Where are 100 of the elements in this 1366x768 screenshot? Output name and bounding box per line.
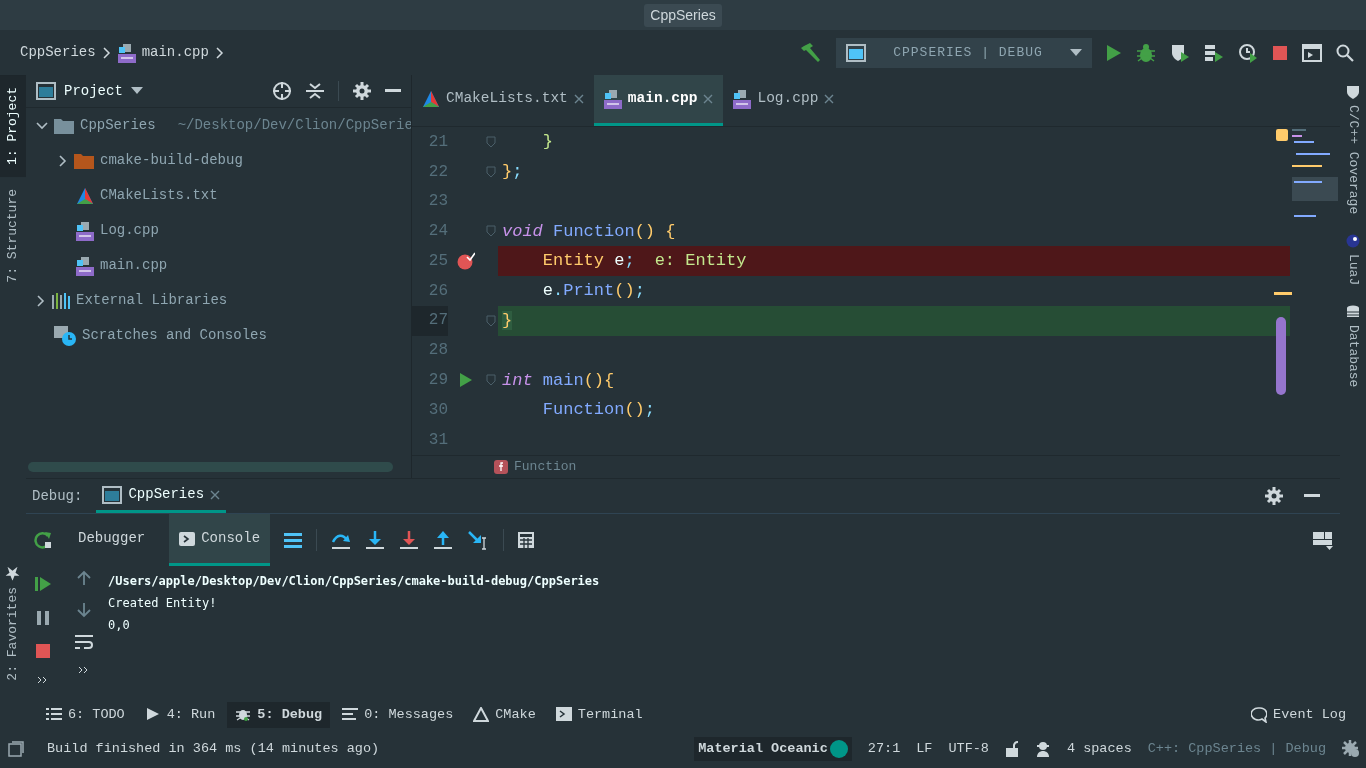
panel-toggle-icon[interactable] (8, 741, 24, 757)
gear-alert-icon[interactable] (1342, 740, 1360, 758)
debug-tab[interactable]: Debugger (68, 514, 156, 566)
horizontal-scrollbar[interactable] (28, 461, 393, 472)
rerun-icon[interactable] (34, 531, 52, 549)
list-icon[interactable] (284, 532, 303, 548)
event-log-button[interactable]: Event Log (1243, 701, 1354, 729)
cpp-file-icon (733, 89, 752, 109)
line-number: 27 (412, 305, 448, 336)
collapse-all-icon[interactable] (306, 82, 324, 100)
resume-icon[interactable] (35, 576, 51, 592)
breadcrumb-item[interactable]: CppSeries (20, 42, 96, 63)
line-number: 25 (427, 251, 448, 273)
breakpoint-icon[interactable] (457, 252, 475, 271)
tool-window-tab[interactable]: LuaJ (1340, 224, 1366, 296)
pause-icon[interactable] (36, 610, 50, 626)
status-item[interactable]: 27:1 (867, 738, 901, 760)
terminal-window-icon[interactable] (1302, 43, 1322, 62)
tree-item[interactable]: main.cpp (100, 255, 168, 276)
vertical-scrollbar[interactable] (1276, 317, 1286, 395)
window-icon (36, 82, 56, 100)
tool-window-tab[interactable]: Database (1340, 295, 1366, 398)
code-line: int main(){ (502, 369, 615, 392)
line-number: 26 (427, 280, 448, 302)
tool-window-tab[interactable]: Terminal (547, 701, 651, 729)
line-number: 23 (427, 191, 448, 213)
inspector-figure-icon[interactable] (1034, 741, 1051, 757)
tool-window-tab[interactable]: CMake (465, 701, 544, 729)
status-item[interactable]: LF (916, 738, 933, 760)
more-chevrons-icon[interactable] (37, 676, 49, 684)
tool-window-tab[interactable]: C/C++ Coverage (1340, 75, 1366, 225)
settings-icon[interactable] (1265, 487, 1283, 505)
dropdown-caret-icon[interactable] (130, 87, 143, 95)
debug-tab[interactable]: Console (169, 514, 271, 566)
padlock-icon[interactable] (1004, 741, 1019, 757)
down-arrow-icon[interactable] (77, 602, 91, 618)
tree-item[interactable]: External Libraries (76, 290, 228, 311)
line-number: 30 (427, 400, 448, 422)
code-line: Function(); (541, 399, 656, 422)
tool-window-tab[interactable]: 5: Debug (227, 701, 331, 729)
bug-icon[interactable] (1136, 42, 1156, 63)
breadcrumb-item[interactable]: main.cpp (141, 42, 209, 63)
run-icon[interactable] (1106, 43, 1122, 62)
speech-bubble-icon (1251, 707, 1268, 723)
close-icon[interactable] (210, 489, 221, 500)
editor-tab[interactable]: CMakeLists.txt (412, 75, 594, 126)
status-item[interactable]: UTF-8 (948, 738, 989, 760)
line-number: 31 (427, 429, 448, 451)
tree-item[interactable]: CMakeLists.txt (100, 185, 218, 206)
tool-window-tab[interactable]: 4: Run (136, 701, 224, 729)
window-title: CppSeries (644, 3, 722, 27)
more-chevrons-icon[interactable] (78, 666, 90, 674)
editor-tab[interactable]: main.cpp (593, 75, 724, 126)
stop-icon[interactable] (1272, 44, 1288, 61)
step-out-icon[interactable] (433, 530, 454, 550)
run-icon (144, 707, 161, 723)
shield-run-icon[interactable] (1170, 42, 1190, 63)
console-line: /Users/apple/Desktop/Dev/Clion/CppSeries/cmake-build-debug/CppSeries (108, 573, 601, 590)
cpp-file-icon (117, 42, 136, 63)
panel-title[interactable]: Project (64, 80, 123, 102)
settings-icon[interactable] (353, 82, 371, 100)
hammer-icon[interactable] (800, 41, 822, 64)
close-icon[interactable] (573, 94, 584, 104)
step-into-icon[interactable] (365, 530, 386, 550)
tree-item[interactable]: Log.cpp (100, 220, 159, 241)
console-icon (179, 531, 196, 546)
shield-icon (1346, 85, 1360, 99)
clock-run-icon[interactable] (1238, 42, 1258, 63)
tree-item[interactable]: Scratches and Consoles (82, 325, 267, 346)
cpp-file-icon (76, 255, 94, 276)
minimize-icon[interactable] (1304, 494, 1320, 498)
tree-item[interactable]: CppSeries (80, 115, 156, 136)
cmake-triangle-icon (76, 186, 94, 205)
layout-icon[interactable] (1313, 529, 1333, 550)
calculator-icon[interactable] (518, 532, 535, 548)
theme-indicator[interactable]: Material Oceanic (694, 736, 852, 762)
editor-tab[interactable]: Log.cpp (723, 75, 845, 126)
tool-window-tab[interactable]: 6: TODO (38, 701, 133, 729)
tree-item[interactable]: cmake-build-debug (100, 150, 243, 171)
close-icon[interactable] (703, 94, 714, 104)
star-icon (6, 567, 20, 582)
tool-window-tab[interactable]: 7: Structure (0, 177, 26, 295)
stacked-run-icon[interactable] (1204, 42, 1224, 63)
tool-window-tab[interactable]: 1: Project (0, 75, 26, 177)
status-message: Build finished in 364 ms (14 minutes ago) (47, 739, 380, 758)
search-icon[interactable] (1336, 43, 1354, 62)
warning-mark[interactable] (1276, 129, 1288, 141)
run-configuration-dropdown[interactable]: CPPSERIES | DEBUG (836, 37, 1092, 68)
up-arrow-icon[interactable] (77, 570, 91, 586)
soft-wrap-icon[interactable] (75, 634, 93, 650)
status-item[interactable]: 4 spaces (1066, 738, 1132, 760)
cpp-file-icon (603, 89, 622, 109)
force-step-into-icon[interactable] (399, 530, 420, 550)
target-icon[interactable] (272, 81, 292, 101)
tool-window-tab[interactable]: 0: Messages (334, 701, 462, 729)
run-icon[interactable] (460, 373, 472, 388)
tool-window-tab[interactable]: 2: Favorites (0, 555, 27, 693)
debug-icon (235, 707, 252, 723)
minimize-icon[interactable] (385, 89, 401, 93)
close-icon[interactable] (824, 94, 835, 104)
